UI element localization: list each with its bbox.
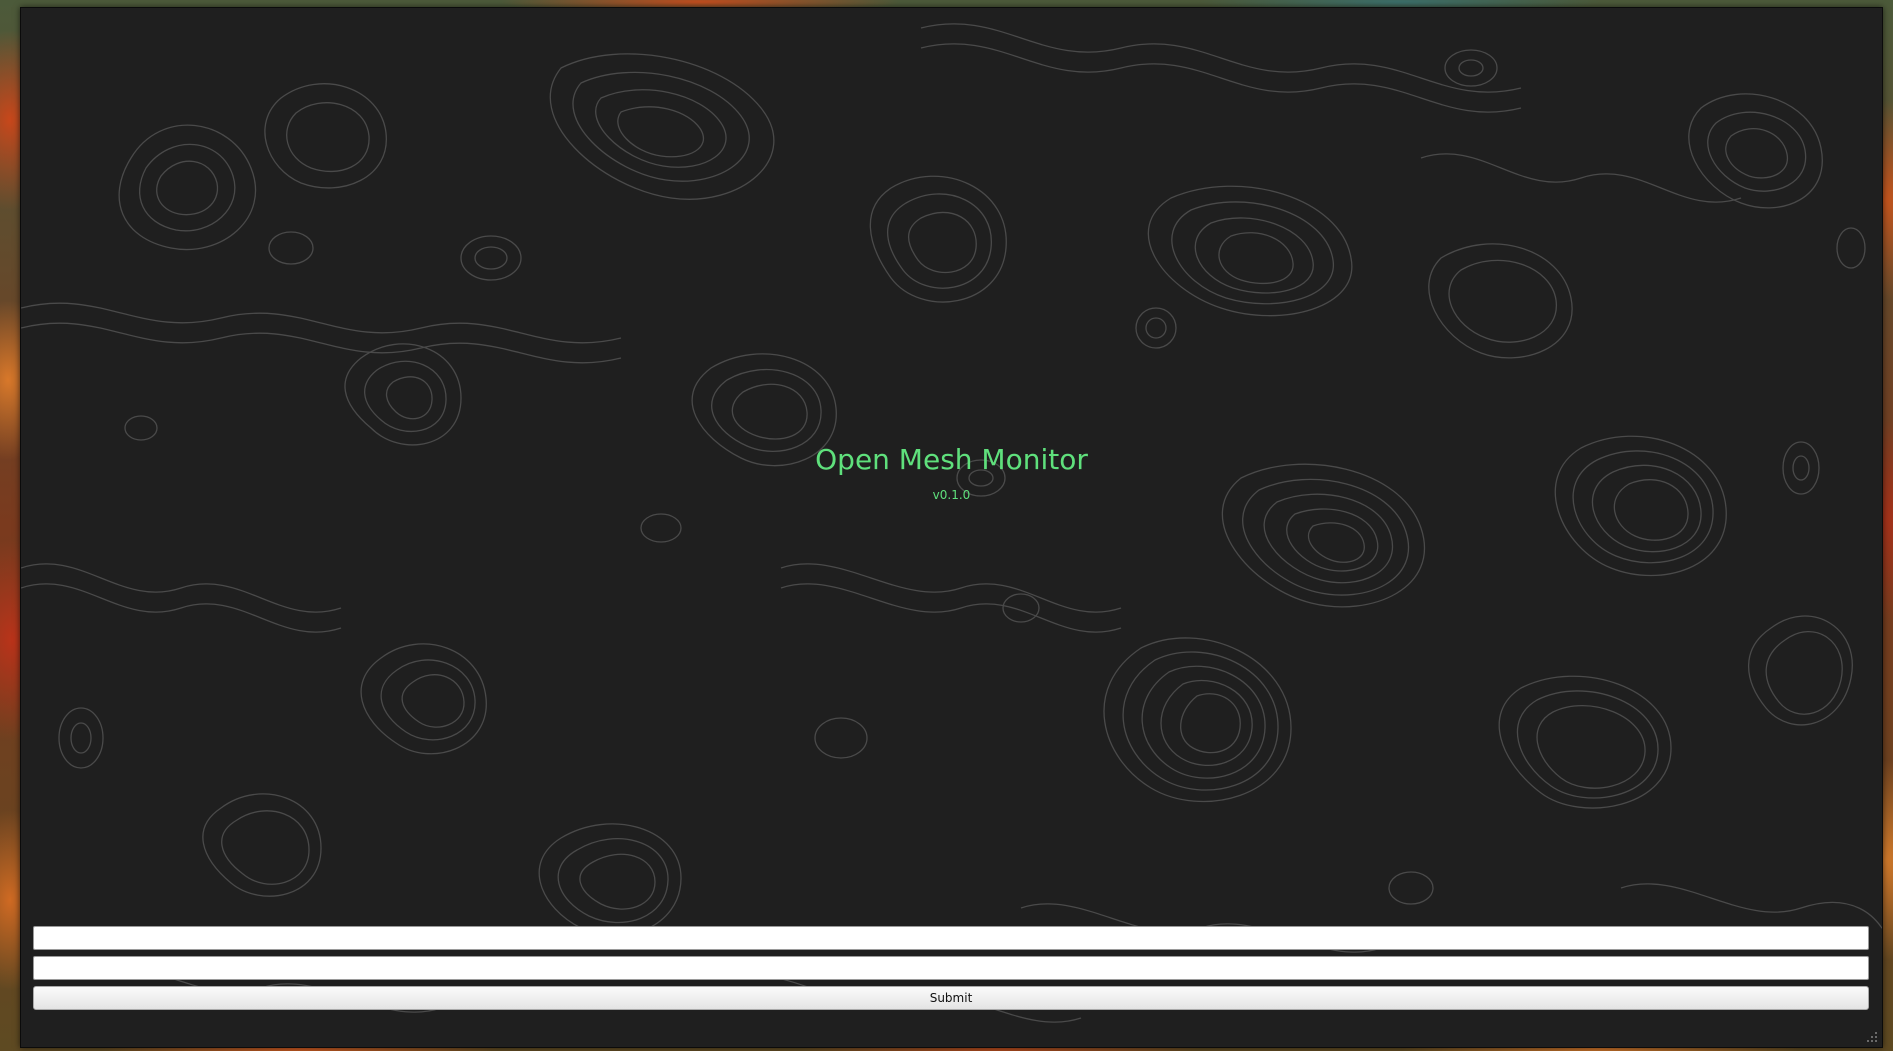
app-header: Open Mesh Monitor v0.1.0 [21, 440, 1882, 504]
login-form: Submit [33, 926, 1869, 1010]
resize-grip-icon[interactable] [1866, 1031, 1878, 1043]
app-window: Open Mesh Monitor v0.1.0 Submit [20, 7, 1883, 1048]
app-title: Open Mesh Monitor [815, 443, 1088, 476]
submit-button[interactable]: Submit [33, 986, 1869, 1010]
topographic-background [21, 23, 1882, 1023]
app-version: v0.1.0 [932, 488, 971, 502]
text-field-1[interactable] [33, 926, 1869, 950]
text-field-2[interactable] [33, 956, 1869, 980]
